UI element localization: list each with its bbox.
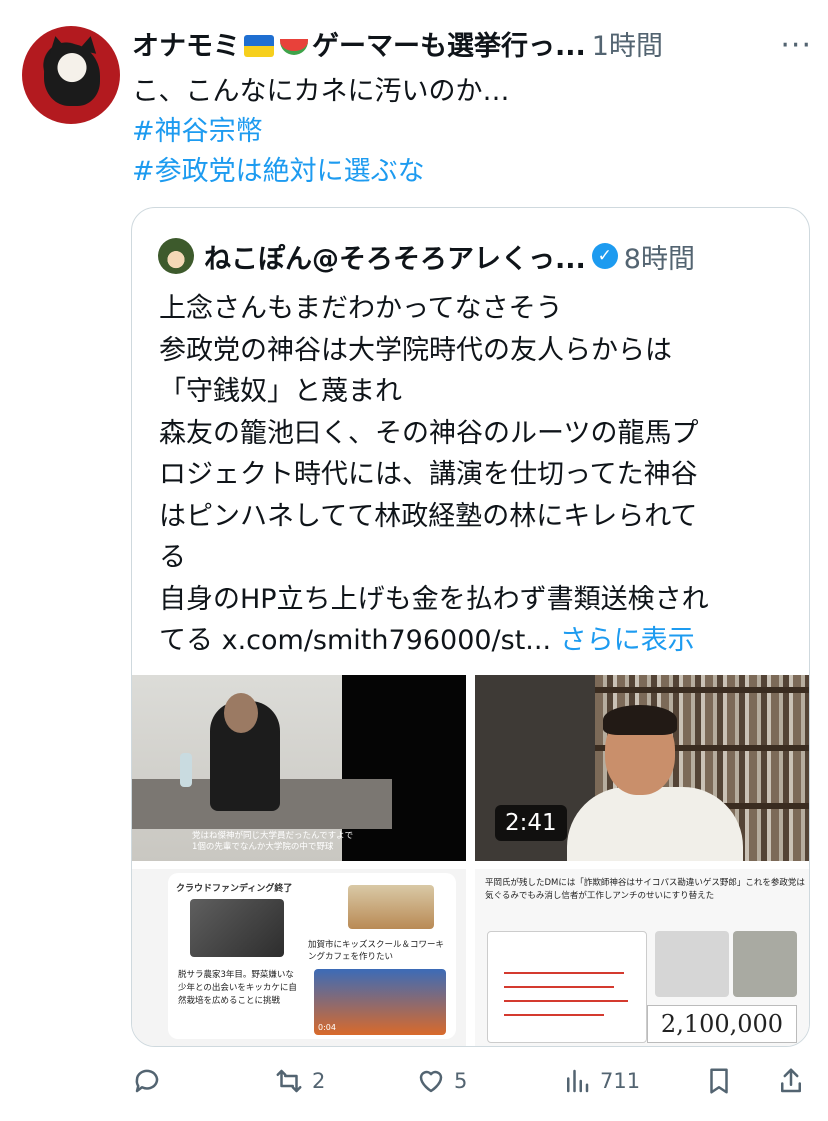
avatar-cat-image (44, 44, 100, 106)
quote-header: ねこぽん@そろそろアレくっ... ✓ 8時間 (158, 236, 798, 276)
card-subtitle: 加賀市にキッズスクール＆コワーキングカフェを作りたい (308, 940, 445, 962)
action-bar: 2 5 711 (0, 1058, 828, 1110)
card-title: クラウドファンディング終了 (176, 884, 293, 894)
show-more-link[interactable]: さらに表示 (560, 625, 695, 656)
document-photo (655, 931, 729, 997)
share-icon (781, 1068, 801, 1093)
quote-last-line: てる x.com/smith796000/st... さらに表示 (159, 625, 695, 656)
hashtag-link[interactable]: #参政党は絶対に選ぶな (132, 152, 509, 192)
retweet-count: 2 (312, 1069, 326, 1093)
reply-button[interactable] (132, 1066, 170, 1096)
quote-line: 森友の籠池曰く、その神谷のルーツの龍馬プ (159, 417, 699, 449)
quote-line: 「守銭奴」と蔑まれ (159, 376, 402, 407)
quote-line: 参政党の神谷は大学院時代の友人らからは (159, 334, 672, 366)
quote-text: 上念さんもまだわかってなさそう 参政党の神谷は大学院時代の友人らからは 「守銭奴… (159, 288, 789, 662)
bookmark-button[interactable] (704, 1066, 734, 1096)
document-text: 平岡氏が残したDMには「詐欺師神谷はサイコパス勘違いゲス野郎」これを参政党は気ぐ… (485, 878, 805, 901)
quoted-tweet[interactable]: ねこぽん@そろそろアレくっ... ✓ 8時間 上念さんもまだわかってなさそう 参… (131, 207, 810, 1047)
heart-icon (419, 1070, 443, 1093)
media-image-document[interactable]: 平岡氏が残したDMには「詐欺師神谷はサイコパス勘違いゲス野郎」これを参政党は気ぐ… (475, 869, 809, 1046)
share-button[interactable] (776, 1066, 806, 1096)
ukraine-flag-icon (244, 34, 274, 57)
author-avatar[interactable] (22, 26, 120, 124)
retweet-icon (276, 1069, 302, 1093)
document-photo (733, 931, 797, 997)
hashtag-link[interactable]: #神谷宗幣 (132, 112, 509, 152)
card-photo (348, 885, 434, 929)
author-name[interactable]: オナモミ ゲーマーも選挙行っ... (132, 24, 586, 63)
quote-author-name[interactable]: ねこぽん@そろそろアレくっ... (204, 237, 586, 276)
card-body: 脱サラ農家3年目。野菜嫌いな少年との出会いをキッカケに自然栽培を広めることに挑戦 (178, 970, 297, 1006)
video-duration: 2:41 (495, 805, 567, 841)
tweet-header: オナモミ ゲーマーも選挙行っ... 1時間 ··· (132, 24, 812, 63)
more-options-icon[interactable]: ··· (780, 28, 812, 63)
quote-line: はピンハネしてて林政経塾の林にキレられて (159, 500, 698, 532)
views-button[interactable]: 711 (562, 1066, 640, 1096)
card-video-time: 0:04 (318, 1023, 336, 1032)
like-button[interactable]: 5 (416, 1066, 467, 1096)
video-subtitles: 党はね傑神が同じ大学員だったんですよで 1個の先輩でなんか大学院の中で野球 (192, 831, 354, 852)
quote-line: 上念さんもまだわかってなさそう (159, 293, 563, 324)
quote-line: ロジェクト時代には、講演を仕切ってた神谷 (159, 459, 698, 490)
media-image-lecture[interactable]: 党はね傑神が同じ大学員だったんですよで 1個の先輩でなんか大学院の中で野球 (132, 675, 466, 861)
verified-badge-icon: ✓ (591, 243, 618, 269)
quote-line: る (159, 542, 186, 573)
media-grid: 党はね傑神が同じ大学員だったんですよで 1個の先輩でなんか大学院の中で野球 2:… (132, 675, 809, 1046)
quote-link[interactable]: x.com/smith796000/st... (222, 625, 551, 656)
tweet-body: こ、こんなにカネに汚いのか… #神谷宗幣 #参政党は絶対に選ぶな (132, 72, 509, 192)
document-price: 2,100,000 (647, 1005, 797, 1043)
crowdfunding-card: クラウドファンディング終了 加賀市にキッズスクール＆コワーキングカフェを作りたい… (168, 873, 456, 1039)
views-chart-icon (567, 1069, 589, 1093)
document-screenshot (487, 931, 647, 1043)
bookmark-icon (710, 1068, 728, 1094)
quote-line: 自身のHP立ち上げも金を払わず書類送検され (159, 583, 709, 615)
retweet-button[interactable]: 2 (274, 1066, 325, 1096)
like-count: 5 (454, 1069, 468, 1093)
views-count: 711 (600, 1069, 641, 1093)
media-video[interactable]: 2:41 (475, 675, 809, 861)
quote-author-avatar[interactable] (158, 238, 194, 274)
tweet-time[interactable]: 1時間 (592, 24, 663, 63)
reply-icon (135, 1069, 159, 1093)
quote-time[interactable]: 8時間 (624, 237, 695, 276)
tweet-text: こ、こんなにカネに汚いのか… (132, 76, 510, 107)
card-photo (190, 899, 284, 957)
media-image-crowdfunding[interactable]: クラウドファンディング終了 加賀市にキッズスクール＆コワーキングカフェを作りたい… (132, 869, 466, 1046)
watermelon-icon (280, 38, 308, 55)
